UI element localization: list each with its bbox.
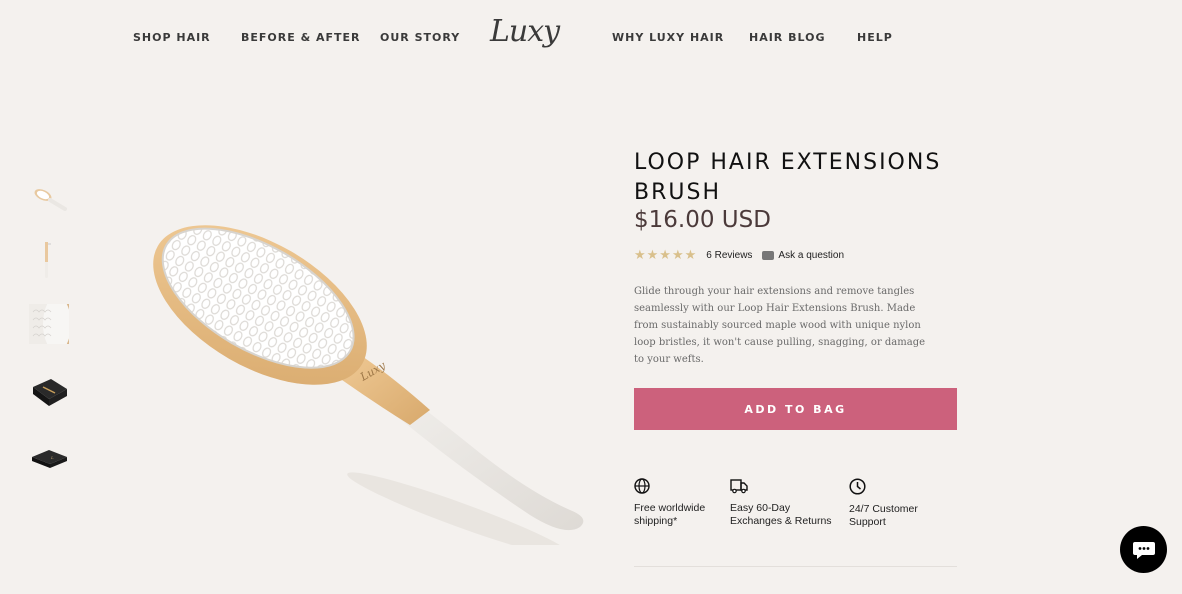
nav-before-after[interactable]: BEFORE & AFTER (241, 31, 361, 44)
nav-our-story[interactable]: OUR STORY (380, 31, 460, 44)
feature-returns: Easy 60-Day Exchanges & Returns (730, 478, 832, 528)
star-rating[interactable]: ★★★★★ (634, 247, 697, 263)
thumbnail-box-open[interactable] (29, 373, 69, 413)
product-image: Luxy (130, 205, 600, 558)
product-description: Glide through your hair extensions and r… (634, 286, 926, 365)
rating-row: ★★★★★ 6 Reviews Ask a question (634, 247, 844, 263)
nav-why-luxy-hair[interactable]: WHY LUXY HAIR (612, 31, 724, 44)
thumbnail-brush-angle[interactable] (29, 180, 69, 220)
thumbnail-brush-side[interactable] (29, 241, 69, 281)
globe-icon (634, 478, 650, 494)
feature-returns-text: Easy 60-Day Exchanges & Returns (730, 502, 832, 527)
thumbnail-bristles-closeup[interactable] (29, 294, 77, 354)
add-to-bag-button[interactable]: ADD TO BAG (634, 388, 957, 430)
clock-icon (849, 478, 866, 495)
product-title: LOOP HAIR EXTENSIONS BRUSH (634, 150, 942, 205)
logo[interactable]: Luxy (490, 14, 560, 49)
chat-widget-button[interactable] (1120, 526, 1167, 573)
nav-hair-blog[interactable]: HAIR BLOG (749, 31, 826, 44)
ask-question-label: Ask a question (778, 249, 845, 261)
divider (634, 566, 957, 567)
reviews-link[interactable]: 6 Reviews (706, 250, 752, 261)
nav-shop-hair[interactable]: SHOP HAIR (133, 31, 211, 44)
feature-shipping: Free worldwide shipping* (634, 478, 705, 528)
thumbnail-box-closed[interactable]: L (29, 437, 69, 477)
product-price: $16.00 USD (634, 207, 771, 233)
ask-question-link[interactable]: Ask a question (762, 250, 844, 261)
feature-support: 24/7 Customer Support (849, 478, 918, 529)
chat-bubble-icon (762, 250, 775, 260)
nav-help[interactable]: HELP (857, 31, 893, 44)
top-navigation: SHOP HAIR BEFORE & AFTER OUR STORY Luxy … (0, 0, 1182, 74)
feature-shipping-text: Free worldwide shipping* (634, 502, 706, 527)
svg-text:L: L (50, 455, 54, 460)
feature-support-text: 24/7 Customer Support (849, 503, 918, 528)
delivery-truck-icon (730, 479, 748, 494)
chat-icon (1132, 541, 1155, 559)
